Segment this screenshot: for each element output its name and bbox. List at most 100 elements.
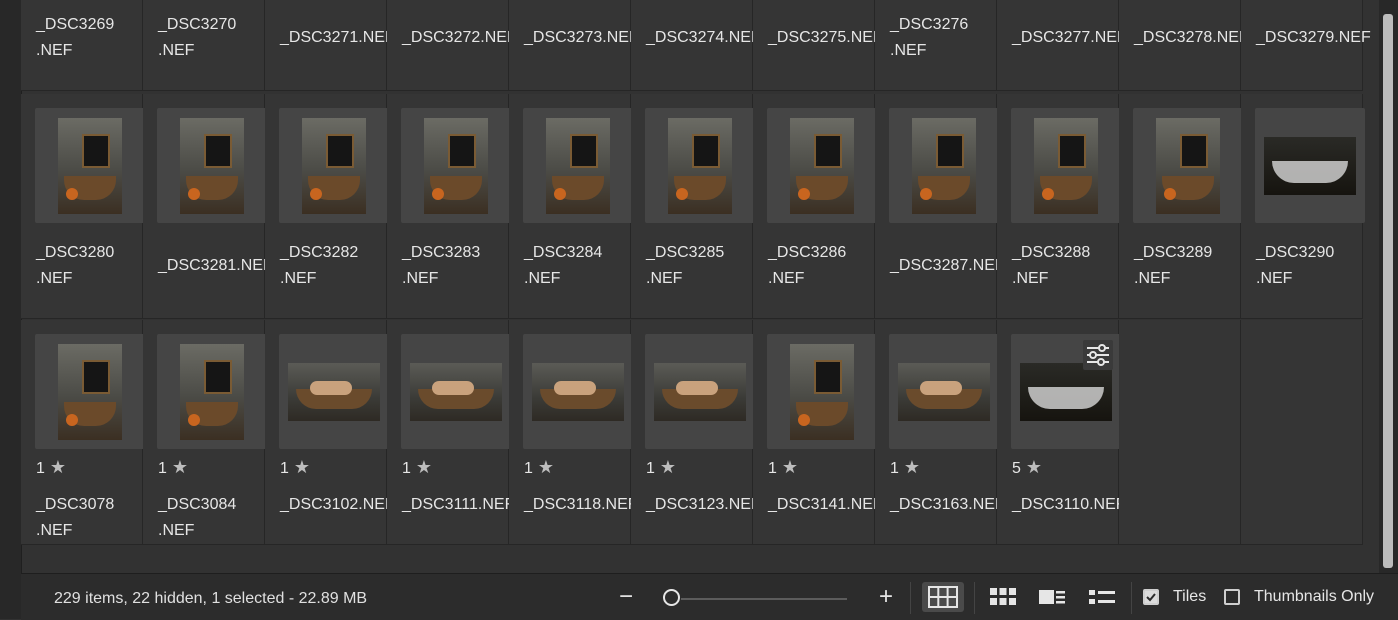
star-rating[interactable]: 1 ★: [36, 454, 66, 482]
file-tile[interactable]: _DSC3282 .NEF: [265, 94, 389, 319]
divider: [910, 582, 911, 614]
file-tile[interactable]: 1 ★ _DSC3163.NEF: [875, 320, 1005, 545]
file-tile[interactable]: _DSC3285 .NEF: [631, 94, 755, 319]
file-tile[interactable]: 1 ★ _DSC3111.NEF: [387, 320, 514, 545]
file-tile[interactable]: _DSC3288 .NEF: [997, 94, 1121, 319]
zoom-slider[interactable]: [681, 598, 847, 600]
thumbnail[interactable]: [523, 334, 633, 449]
file-tile[interactable]: _DSC3276 .NEF: [875, 0, 997, 91]
thumbnail[interactable]: [279, 334, 389, 449]
star-rating[interactable]: 1 ★: [890, 454, 920, 482]
star-rating[interactable]: 5 ★: [1012, 454, 1042, 482]
tiles-label[interactable]: Tiles: [1173, 582, 1206, 612]
photo-preview: [58, 117, 122, 214]
star-icon: ★: [410, 457, 433, 477]
zoom-slider-handle[interactable]: [663, 589, 680, 606]
file-tile[interactable]: 1 ★ _DSC3084 .NEF: [143, 320, 267, 545]
file-tile[interactable]: 1 ★ _DSC3102.NEF: [265, 320, 395, 545]
view-details-button[interactable]: [1035, 582, 1069, 612]
star-rating[interactable]: 1 ★: [280, 454, 310, 482]
file-name: _DSC3288 .NEF: [1012, 244, 1091, 287]
thumbnail[interactable]: [35, 108, 145, 223]
thumbnail[interactable]: [1011, 108, 1121, 223]
thumbnail[interactable]: [889, 108, 999, 223]
photo-preview: [532, 362, 624, 421]
thumbnail[interactable]: [645, 108, 755, 223]
file-tile[interactable]: 1 ★ _DSC3123.NEF: [631, 320, 761, 545]
file-tile[interactable]: 5 ★ _DSC3110.NEF: [997, 320, 1126, 545]
thumbnail[interactable]: [1255, 108, 1365, 223]
file-name: _DSC3141.NEF: [768, 496, 883, 513]
star-icon: ★: [288, 457, 311, 477]
thumbnail[interactable]: [645, 334, 755, 449]
thumbnail[interactable]: [157, 108, 267, 223]
thumbnail[interactable]: [1133, 108, 1243, 223]
star-rating[interactable]: 1 ★: [158, 454, 188, 482]
file-tile[interactable]: _DSC3269 .NEF: [21, 0, 143, 91]
tiles-checkbox[interactable]: [1141, 582, 1161, 612]
view-list-button[interactable]: [1083, 582, 1121, 612]
file-tile[interactable]: _DSC3278.NEF: [1119, 0, 1249, 91]
thumbnail[interactable]: [767, 108, 877, 223]
zoom-in-button[interactable]: +: [873, 582, 899, 612]
file-tile[interactable]: 1 ★ _DSC3118.NEF: [509, 320, 638, 545]
file-name: _DSC3286 .NEF: [768, 244, 847, 287]
adjustments-sliders-icon[interactable]: [1083, 340, 1113, 370]
thumbnail[interactable]: [1011, 334, 1121, 449]
photo-preview: [546, 117, 610, 214]
star-rating[interactable]: 1 ★: [524, 454, 554, 482]
scrollbar-thumb[interactable]: [1383, 14, 1393, 568]
star-icon: ★: [166, 457, 189, 477]
star-rating[interactable]: 1 ★: [768, 454, 798, 482]
thumbnails-only-label[interactable]: Thumbnails Only: [1254, 582, 1374, 612]
thumbnail[interactable]: [889, 334, 999, 449]
file-tile[interactable]: _DSC3290 .NEF: [1241, 94, 1365, 319]
file-name: _DSC3274.NEF: [646, 29, 761, 46]
file-tile[interactable]: _DSC3287.NEF: [875, 94, 1005, 319]
file-tile[interactable]: _DSC3284 .NEF: [509, 94, 633, 319]
photo-preview: [302, 117, 366, 214]
file-tile[interactable]: _DSC3275.NEF: [753, 0, 883, 91]
star-icon: ★: [654, 457, 677, 477]
file-tile[interactable]: _DSC3271.NEF: [265, 0, 395, 91]
file-name: _DSC3281.NEF: [158, 257, 273, 274]
file-tile[interactable]: _DSC3274.NEF: [631, 0, 761, 91]
star-rating[interactable]: 1 ★: [402, 454, 432, 482]
view-small-grid-button[interactable]: [986, 582, 1020, 612]
file-tile[interactable]: _DSC3273.NEF: [509, 0, 639, 91]
file-tile[interactable]: _DSC3286 .NEF: [753, 94, 877, 319]
file-name: _DSC3287.NEF: [890, 257, 1005, 274]
star-rating[interactable]: 1 ★: [646, 454, 676, 482]
thumbnails-only-checkbox[interactable]: [1222, 582, 1242, 612]
file-name: _DSC3273.NEF: [524, 29, 639, 46]
thumbnail[interactable]: [35, 334, 145, 449]
file-tile[interactable]: _DSC3280 .NEF: [21, 94, 145, 319]
file-tile[interactable]: _DSC3281.NEF: [143, 94, 273, 319]
view-large-grid-button[interactable]: [922, 582, 964, 612]
photo-preview: [180, 117, 244, 214]
file-name: _DSC3271.NEF: [280, 29, 395, 46]
file-name: _DSC3102.NEF: [280, 496, 395, 513]
zoom-out-button[interactable]: −: [613, 582, 639, 612]
file-name: _DSC3118.NEF: [524, 496, 638, 513]
vertical-scrollbar[interactable]: [1379, 0, 1398, 573]
file-tile[interactable]: _DSC3270 .NEF: [143, 0, 265, 91]
file-tile[interactable]: _DSC3277.NEF: [997, 0, 1127, 91]
file-tile[interactable]: _DSC3283 .NEF: [387, 94, 511, 319]
file-tile[interactable]: _DSC3279.NEF: [1241, 0, 1371, 91]
left-panel-edge: [0, 0, 22, 619]
file-tile[interactable]: _DSC3289 .NEF: [1119, 94, 1243, 319]
thumbnail[interactable]: [279, 108, 389, 223]
file-name: _DSC3275.NEF: [768, 29, 883, 46]
thumbnail[interactable]: [523, 108, 633, 223]
file-tile[interactable]: 1 ★ _DSC3078 .NEF: [21, 320, 145, 545]
thumbnail[interactable]: [157, 334, 267, 449]
file-name: _DSC3276 .NEF: [890, 16, 969, 59]
file-name: _DSC3163.NEF: [890, 496, 1005, 513]
thumbnail[interactable]: [401, 334, 511, 449]
star-icon: ★: [44, 457, 67, 477]
file-tile[interactable]: _DSC3272.NEF: [387, 0, 517, 91]
thumbnail[interactable]: [401, 108, 511, 223]
file-tile[interactable]: 1 ★ _DSC3141.NEF: [753, 320, 883, 545]
thumbnail[interactable]: [767, 334, 877, 449]
